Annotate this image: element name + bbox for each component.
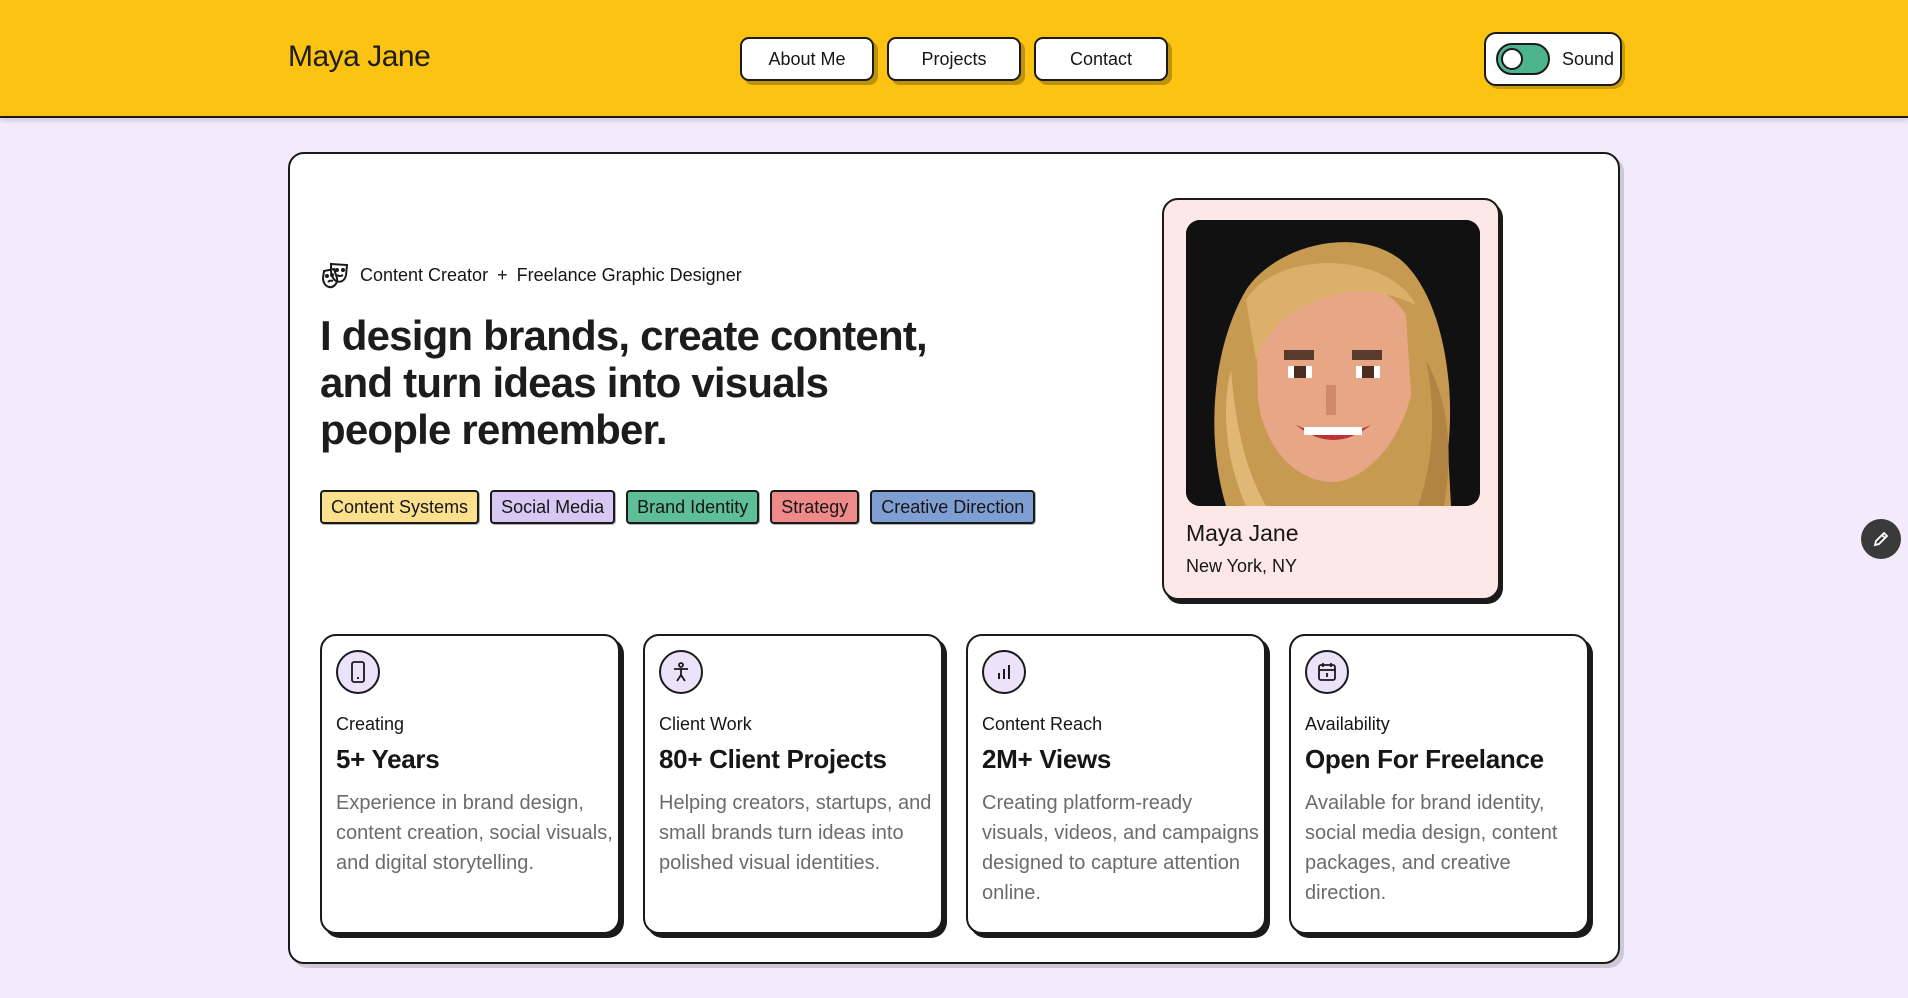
hero-headline: I design brands, create content, and tur…: [320, 312, 928, 453]
theater-masks-icon: [321, 262, 349, 289]
tag-strategy: Strategy: [770, 490, 860, 524]
toggle-knob: [1501, 48, 1523, 70]
edit-button[interactable]: [1861, 519, 1901, 559]
stat-label: Availability: [1305, 714, 1390, 734]
tag-social-media: Social Media: [490, 490, 616, 524]
pixel-portrait-image: [1186, 220, 1480, 506]
sound-toggle[interactable]: Sound: [1484, 32, 1622, 86]
nav-projects-button[interactable]: Projects: [887, 37, 1021, 81]
nav-about-me-button[interactable]: About Me: [740, 37, 874, 81]
tag-brand-identity: Brand Identity: [626, 490, 760, 524]
nav-contact-button[interactable]: Contact: [1034, 37, 1168, 81]
stat-value: 5+ Years: [336, 744, 440, 774]
role-line: Content Creator + Freelance Graphic Desi…: [320, 260, 742, 290]
toggle-switch[interactable]: [1496, 43, 1550, 75]
sound-label: Sound: [1562, 48, 1615, 69]
profile-card: Maya Jane New York, NY: [1162, 198, 1500, 600]
tag-creative-direction: Creative Direction: [870, 490, 1036, 524]
stat-value: 2M+ Views: [982, 744, 1112, 774]
pencil-icon: [1873, 531, 1889, 547]
phone-icon: [336, 650, 380, 694]
stat-description: Experience in brand design, content crea…: [336, 792, 613, 874]
accessibility-icon: [659, 650, 703, 694]
stat-card-availability: Availability Open For Freelance Availabl…: [1289, 634, 1589, 934]
role-separator: +: [497, 264, 508, 285]
bar-chart-icon: [982, 650, 1026, 694]
stat-card-creating: Creating 5+ Years Experience in brand de…: [320, 634, 620, 934]
stat-label: Creating: [336, 714, 405, 734]
tag-content-systems: Content Systems: [320, 490, 480, 524]
stat-label: Client Work: [659, 714, 752, 734]
top-navbar: Maya Jane About Me Projects Contact Soun…: [0, 0, 1908, 118]
stat-value: Open For Freelance: [1305, 744, 1544, 774]
role-primary: Content Creator: [360, 264, 489, 285]
stat-description: Creating platform-ready visuals, videos,…: [982, 792, 1259, 904]
avatar: [1186, 220, 1480, 506]
calendar-icon: [1305, 650, 1349, 694]
stat-value: 80+ Client Projects: [659, 744, 887, 774]
brand-name[interactable]: Maya Jane: [288, 40, 431, 74]
profile-name: Maya Jane: [1186, 520, 1299, 546]
stat-description: Helping creators, startups, and small br…: [659, 792, 932, 874]
stat-label: Content Reach: [982, 714, 1103, 734]
stat-description: Available for brand identity, social med…: [1305, 792, 1558, 904]
stat-card-content-reach: Content Reach 2M+ Views Creating platfor…: [966, 634, 1266, 934]
stat-card-client-work: Client Work 80+ Client Projects Helping …: [643, 634, 943, 934]
role-secondary: Freelance Graphic Designer: [516, 264, 742, 285]
profile-location: New York, NY: [1186, 556, 1298, 576]
hero-card: Content Creator + Freelance Graphic Desi…: [288, 152, 1620, 964]
skill-tags: Content Systems Social Media Brand Ident…: [320, 490, 1046, 524]
